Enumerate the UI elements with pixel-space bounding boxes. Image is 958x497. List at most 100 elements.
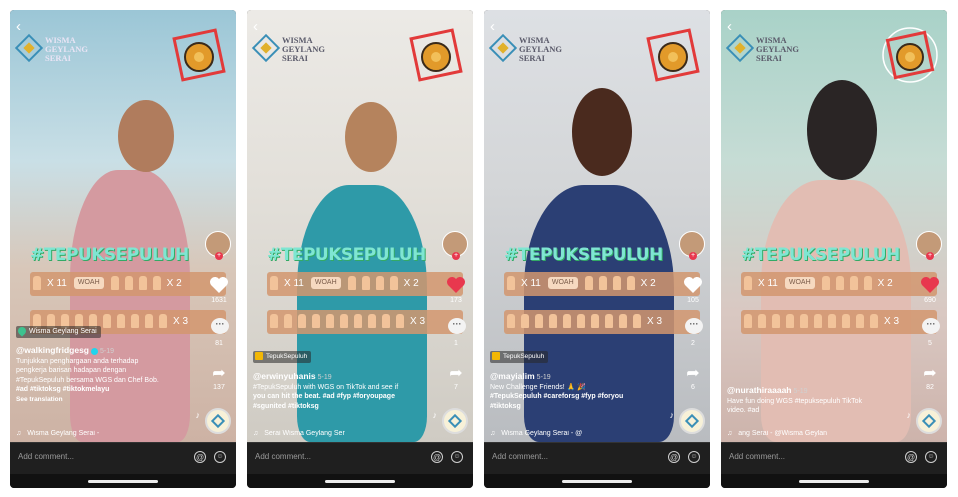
gong-icon xyxy=(646,28,700,82)
sound-disc-icon[interactable] xyxy=(205,408,231,434)
home-indicator[interactable] xyxy=(562,480,632,483)
person-head xyxy=(807,80,877,180)
follow-plus-icon[interactable]: + xyxy=(215,252,223,260)
follow-plus-icon[interactable]: + xyxy=(926,252,934,260)
hashtag-banner: #TEPUKSEPULUH xyxy=(267,245,426,265)
clap-sequence-row-2: X 3 xyxy=(267,310,463,334)
category-icon xyxy=(255,352,263,361)
person-head xyxy=(118,100,174,172)
floating-note-icon: ♪ xyxy=(669,410,675,420)
share-count: 137 xyxy=(213,384,225,391)
category-icon xyxy=(492,352,500,361)
see-translation-link[interactable]: See translation xyxy=(16,395,196,405)
sound-disc-icon[interactable] xyxy=(442,408,468,434)
comment-input[interactable]: Add comment... xyxy=(492,452,548,461)
gong-icon xyxy=(409,28,463,82)
music-note-icon: ♫ xyxy=(490,430,496,437)
sound-disc-icon[interactable] xyxy=(679,408,705,434)
emoji-icon[interactable]: ☺ xyxy=(925,451,937,463)
heart-icon[interactable] xyxy=(683,276,703,294)
comment-bar: Add comment... @ ☺ xyxy=(247,442,473,475)
comment-input[interactable]: Add comment... xyxy=(18,452,74,461)
music-note-icon: ♫ xyxy=(16,430,22,437)
floating-note-icon: ♪ xyxy=(432,410,438,420)
heart-icon[interactable] xyxy=(920,276,940,294)
like-count: 173 xyxy=(450,297,462,304)
username[interactable]: @mayialim xyxy=(490,371,535,381)
emoji-icon[interactable]: ☺ xyxy=(451,451,463,463)
floating-note-icon: ♪ xyxy=(195,410,201,420)
comment-count: 5 xyxy=(928,340,932,347)
hashtag-banner: #TEPUKSEPULUH xyxy=(741,245,900,265)
mention-icon[interactable]: @ xyxy=(194,451,206,463)
mention-icon[interactable]: @ xyxy=(905,451,917,463)
clap-sequence-row-2: X 3 xyxy=(741,310,937,334)
hashtag-banner: #TEPUKSEPULUH xyxy=(30,245,189,265)
back-icon[interactable]: ‹ xyxy=(727,19,732,34)
heart-icon[interactable] xyxy=(209,276,229,294)
like-count: 690 xyxy=(924,297,936,304)
home-indicator[interactable] xyxy=(325,480,395,483)
wgs-logo: WISMA GEYLANG SERAI xyxy=(488,33,563,66)
category-tag[interactable]: TepukSepuluh xyxy=(490,351,549,363)
location-tag[interactable]: Wisma Geylang Serai xyxy=(16,325,101,338)
comment-input[interactable]: Add comment... xyxy=(729,452,785,461)
share-icon[interactable]: ➦ xyxy=(683,366,703,382)
share-icon[interactable]: ➦ xyxy=(920,366,940,382)
caption: @mayialim 5-19 New Challenge Friends! 🙏 🎉… xyxy=(490,371,624,410)
clap-sequence-row-1: X 11 WOAH X 2 xyxy=(741,272,937,296)
wgs-logo: WISMA GEYLANG SERAI xyxy=(251,33,326,66)
comment-bar: Add comment... @ ☺ xyxy=(10,442,236,475)
location-pin-icon xyxy=(16,325,28,337)
home-indicator[interactable] xyxy=(88,480,158,483)
clap-sequence-row-2: X 3 xyxy=(504,310,700,334)
post-date: 5-19 xyxy=(317,374,332,381)
caption: @nurathiraaaah 5-19 Have fun doing WGS #t… xyxy=(727,385,863,414)
like-count: 1631 xyxy=(211,297,227,304)
back-icon[interactable]: ‹ xyxy=(16,19,21,34)
music-note-icon: ♫ xyxy=(727,430,733,437)
sound-disc-icon[interactable] xyxy=(916,408,942,434)
back-icon[interactable]: ‹ xyxy=(253,19,258,34)
username[interactable]: @walkingfridgesg xyxy=(16,345,89,355)
mention-icon[interactable]: @ xyxy=(431,451,443,463)
heart-icon[interactable] xyxy=(446,276,466,294)
emoji-icon[interactable]: ☺ xyxy=(214,451,226,463)
comment-icon[interactable]: ··· xyxy=(922,318,940,334)
username[interactable]: @erwinyuhanis xyxy=(253,371,316,381)
music-ticker[interactable]: ♫ Serai Wisma Geylang Ser xyxy=(253,430,433,437)
floating-note-icon: ♪ xyxy=(906,410,912,420)
mention-icon[interactable]: @ xyxy=(668,451,680,463)
music-ticker[interactable]: ♫ Wisma Geylang Serai - xyxy=(16,430,196,437)
comment-icon[interactable]: ··· xyxy=(685,318,703,334)
clap-sequence-row-1: X 11 WOAH X 2 xyxy=(504,272,700,296)
gong-icon xyxy=(882,27,938,83)
share-icon[interactable]: ➦ xyxy=(446,366,466,382)
comment-count: 2 xyxy=(691,340,695,347)
follow-plus-icon[interactable]: + xyxy=(452,252,460,260)
category-tag[interactable]: TepukSepuluh xyxy=(253,351,312,363)
share-icon[interactable]: ➦ xyxy=(209,366,229,382)
comment-input[interactable]: Add comment... xyxy=(255,452,311,461)
hashtag-banner: #TEPUKSEPULUH xyxy=(504,245,663,265)
back-icon[interactable]: ‹ xyxy=(490,19,495,34)
comment-bar: Add comment... @ ☺ xyxy=(721,442,947,475)
share-count: 6 xyxy=(691,384,695,391)
verified-badge-icon xyxy=(91,347,98,355)
comment-icon[interactable]: ··· xyxy=(448,318,466,334)
username[interactable]: @nurathiraaaah xyxy=(727,385,792,395)
follow-plus-icon[interactable]: + xyxy=(689,252,697,260)
clap-sequence-row-1: X 11 WOAH X 2 xyxy=(30,272,226,296)
post-date: 5-19 xyxy=(100,348,115,355)
post-date: 5-19 xyxy=(793,388,808,395)
emoji-icon[interactable]: ☺ xyxy=(688,451,700,463)
music-ticker[interactable]: ♫ ang Serai - @Wisma Geylan xyxy=(727,430,907,437)
caption: @erwinyuhanis 5-19 #TepukSepuluh with WGS… xyxy=(253,371,399,410)
like-count: 105 xyxy=(687,297,699,304)
comment-icon[interactable]: ··· xyxy=(211,318,229,334)
post-date: 5-19 xyxy=(536,374,551,381)
clap-sequence-row-1: X 11 WOAH X 2 xyxy=(267,272,463,296)
tiktok-screen-2: ‹ WISMA GEYLANG SERAI #TEPUKSEPULUH X 11… xyxy=(247,10,473,488)
home-indicator[interactable] xyxy=(799,480,869,483)
music-ticker[interactable]: ♫ Wisma Geylang Serai - @ xyxy=(490,430,670,437)
